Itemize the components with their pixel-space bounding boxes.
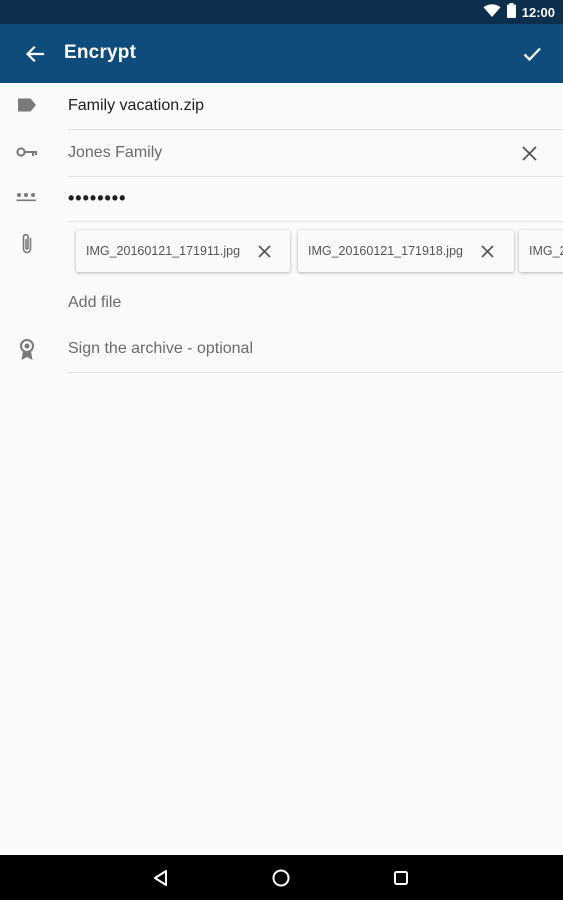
key-value: Jones Family	[68, 144, 163, 161]
password-dots-icon	[14, 184, 40, 210]
confirm-button[interactable]	[517, 39, 547, 69]
label-tag-icon	[14, 92, 40, 118]
nav-home-button[interactable]	[266, 863, 296, 893]
home-circle-icon	[272, 869, 290, 887]
attachment-chip[interactable]: IMG_20160121_171918.jpg	[298, 230, 514, 272]
add-file-button[interactable]: Add file	[68, 281, 563, 325]
attachment-name: IMG_20160121_171918.jpg	[308, 244, 463, 258]
key-icon	[14, 139, 40, 165]
status-time: 12:00	[521, 4, 555, 20]
remove-attachment-button[interactable]	[252, 239, 276, 263]
clear-key-button[interactable]	[509, 133, 549, 173]
sign-archive-field[interactable]: Sign the archive - optional	[68, 326, 563, 373]
nav-back-button[interactable]	[146, 863, 176, 893]
battery-icon	[506, 3, 516, 21]
back-triangle-icon	[154, 870, 167, 886]
key-field[interactable]: Jones Family	[68, 130, 563, 177]
status-bar: 12:00	[0, 0, 563, 24]
close-icon	[480, 244, 494, 258]
password-field[interactable]: ••••••••	[68, 175, 563, 222]
password-value: ••••••••	[68, 187, 127, 208]
attachment-list[interactable]: IMG_20160121_171911.jpg IMG_20160121_171…	[68, 221, 563, 282]
back-button[interactable]	[20, 39, 50, 69]
nav-recents-button[interactable]	[386, 863, 416, 893]
wifi-icon	[483, 3, 501, 21]
sign-archive-label: Sign the archive - optional	[68, 340, 253, 357]
attachment-chip[interactable]: IMG_2	[519, 230, 563, 272]
add-file-label: Add file	[68, 294, 122, 311]
archive-name-value: Family vacation.zip	[68, 97, 205, 114]
check-icon	[523, 47, 541, 62]
app-bar: Encrypt	[0, 24, 563, 83]
recents-square-icon	[394, 871, 408, 885]
attachment-name: IMG_2	[529, 244, 563, 258]
close-icon	[521, 145, 537, 161]
attachment-name: IMG_20160121_171911.jpg	[86, 244, 241, 258]
system-nav-bar	[0, 855, 563, 900]
close-icon	[257, 244, 271, 258]
archive-name-field[interactable]: Family vacation.zip	[68, 83, 563, 130]
status-icons: 12:00	[483, 0, 555, 24]
attachment-chip[interactable]: IMG_20160121_171911.jpg	[76, 230, 290, 272]
page-title: Encrypt	[64, 42, 137, 63]
paperclip-icon	[14, 231, 40, 257]
arrow-back-icon	[25, 45, 45, 63]
award-ribbon-icon	[14, 337, 40, 363]
remove-attachment-button[interactable]	[475, 239, 499, 263]
